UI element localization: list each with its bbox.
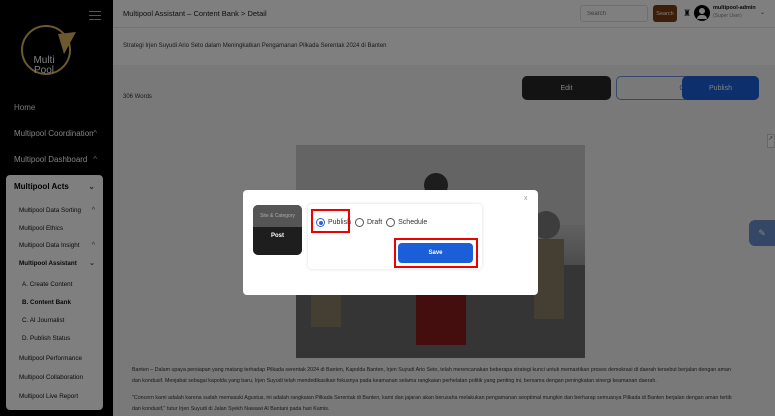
tab-post[interactable]: Post	[253, 227, 302, 245]
close-icon[interactable]: x	[524, 195, 528, 202]
radio-schedule[interactable]: Schedule	[386, 217, 427, 227]
publish-modal: x Site & Category Post Publish Draft Sch…	[243, 190, 538, 295]
modal-side-card: Site & Category Post	[253, 205, 302, 255]
radio-draft[interactable]: Draft	[354, 217, 382, 227]
radio-empty-icon[interactable]	[354, 217, 364, 227]
highlight-box-save	[394, 238, 478, 268]
publish-options-box: Publish Draft Schedule Save	[308, 204, 482, 269]
highlight-box-publish	[311, 209, 350, 233]
radio-empty-icon[interactable]	[386, 217, 396, 227]
tab-site-category[interactable]: Site & Category	[253, 205, 302, 227]
